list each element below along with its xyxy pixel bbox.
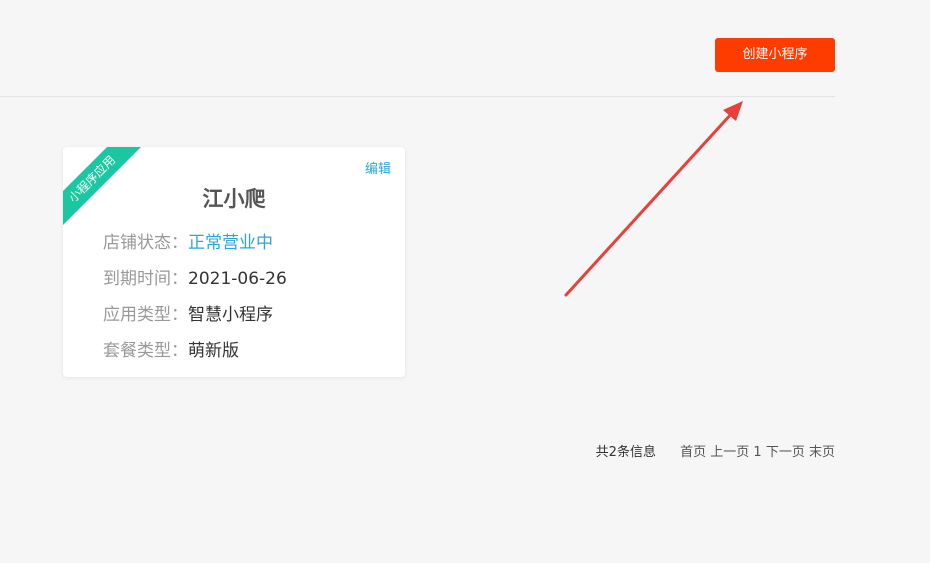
plan-type-row: 套餐类型：萌新版 [103,340,239,362]
pagination-total: 共2条信息 [595,445,656,460]
store-status-label: 店铺状态： [103,233,188,253]
plan-type-label: 套餐类型： [103,341,188,361]
create-miniprogram-button[interactable]: 创建小程序 [715,38,835,72]
app-type-row: 应用类型：智慧小程序 [103,304,273,326]
expiry-value: 2021-06-26 [188,269,287,289]
expiry-row: 到期时间：2021-06-26 [103,268,287,290]
pagination-next[interactable]: 下一页 [766,445,805,460]
app-title: 江小爬 [202,187,266,211]
store-status-value: 正常营业中 [188,233,273,253]
pagination-last[interactable]: 末页 [809,445,835,460]
pagination-current[interactable]: 1 [753,445,761,460]
edit-link[interactable]: 编辑 [365,158,391,177]
app-type-label: 应用类型： [103,305,188,325]
store-status-row: 店铺状态：正常营业中 [103,232,273,254]
header-divider [0,96,835,97]
pagination: 共2条信息 首页 上一页 1 下一页 末页 [0,441,835,460]
pagination-prev[interactable]: 上一页 [710,445,749,460]
app-card: 小程序应用 编辑 江小爬 店铺状态：正常营业中 到期时间：2021-06-26 … [63,147,405,377]
app-type-value: 智慧小程序 [188,305,273,325]
pagination-first[interactable]: 首页 [680,445,706,460]
plan-type-value: 萌新版 [188,341,239,361]
expiry-label: 到期时间： [103,269,188,289]
